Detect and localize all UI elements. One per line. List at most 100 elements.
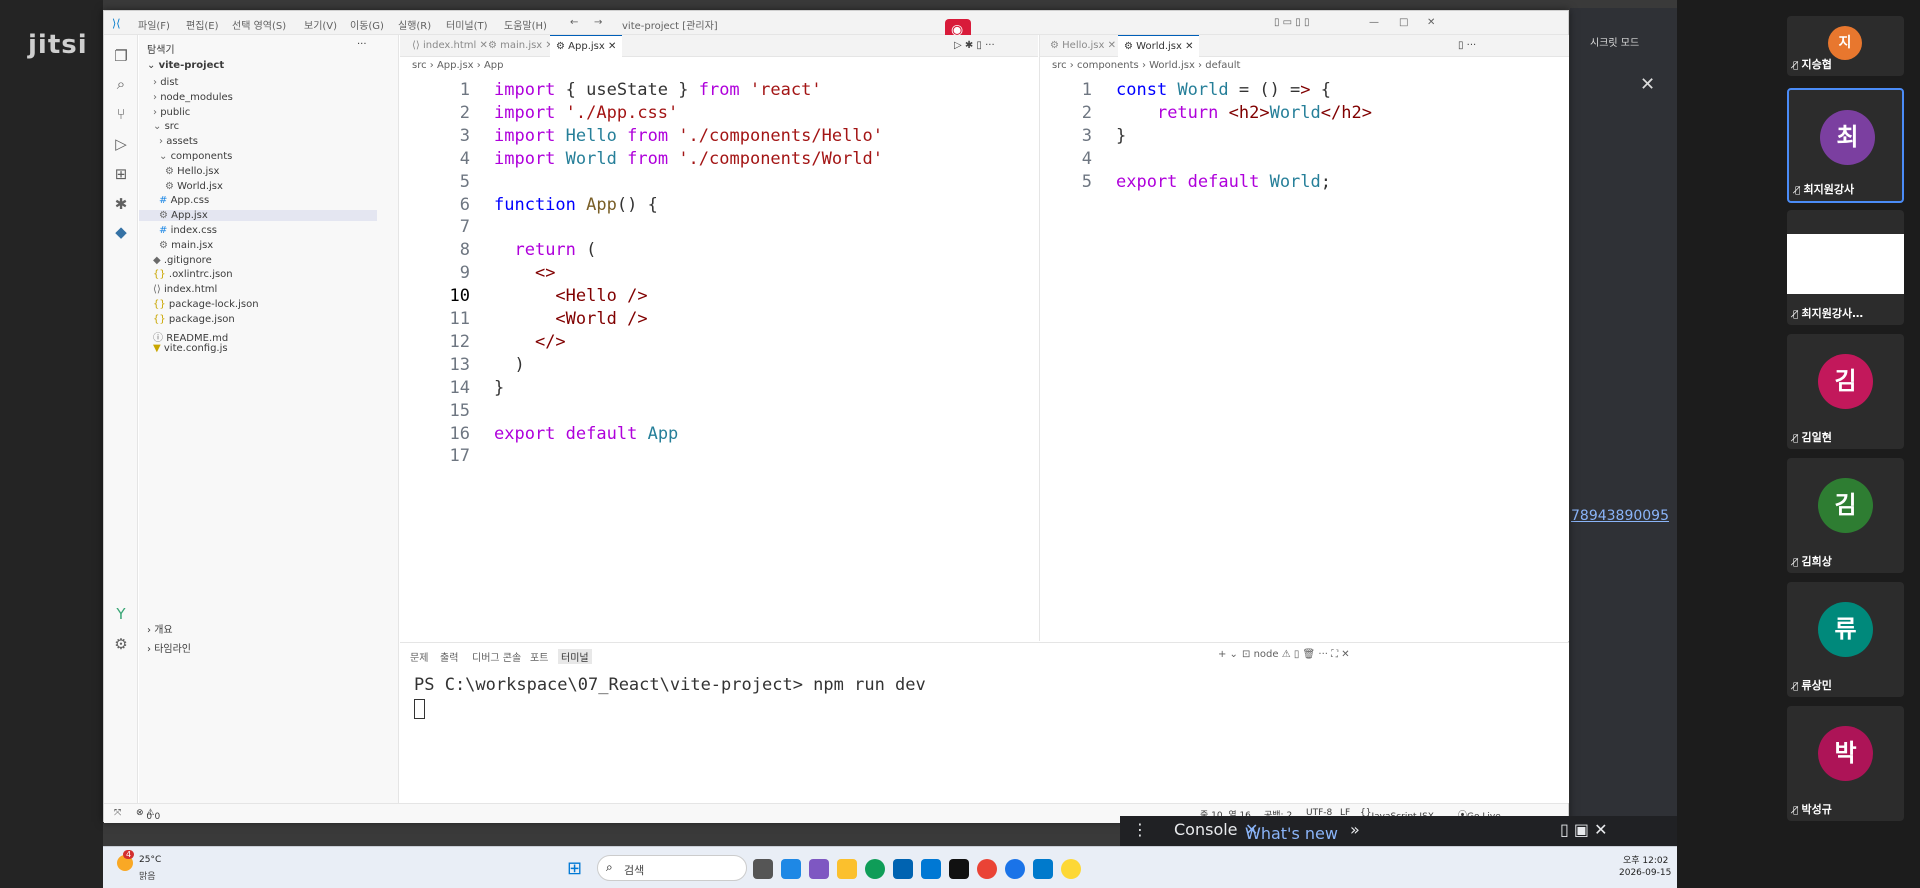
code-line[interactable]: import World from './components/World' (494, 145, 883, 173)
tree-file[interactable]: ⚙ main.jsx (159, 240, 213, 251)
notion-icon[interactable] (949, 859, 969, 879)
menu-go[interactable]: 이동(G) (350, 17, 384, 32)
tree-file[interactable]: ⓘ README.md (153, 329, 228, 344)
extension-star-icon[interactable]: ✱ (112, 195, 130, 213)
participant-tile[interactable]: 최 🎙̸ 최지원강사 (1787, 88, 1904, 203)
layout-icon[interactable]: ▯ ▭ ▯ ▯ (1274, 17, 1310, 28)
tab-index-html[interactable]: ⟨⟩ index.html ✕ (406, 35, 494, 57)
tree-folder[interactable]: › public (153, 107, 190, 118)
tab-main-jsx[interactable]: ⚙ main.jsx ✕ (482, 35, 560, 57)
shell-name[interactable]: ⊡ node ⚠ ▯ 🗑 ··· ⛶ ✕ (1242, 649, 1350, 660)
participant-tile[interactable]: 류 🎙̸ 류상민 (1787, 582, 1904, 697)
outline-section[interactable]: › 개요 (147, 621, 173, 636)
editor-left[interactable]: ⟨⟩ index.html ✕ ⚙ main.jsx ✕ ⚙ App.jsx ✕… (400, 35, 1038, 641)
code-line[interactable]: } (1116, 122, 1126, 150)
close-icon[interactable]: ✕ (1640, 74, 1655, 95)
clock-date[interactable]: 2026-09-15 (1619, 868, 1671, 878)
tree-file[interactable]: ⚙ Hello.jsx (165, 166, 219, 177)
menu-edit[interactable]: 편집(E) (186, 17, 219, 32)
panel-tab-ports[interactable]: 포트 (530, 649, 548, 664)
menu-terminal[interactable]: 터미널(T) (446, 17, 488, 32)
problems-status[interactable]: ⊗ 0 ⚠ 0 (136, 808, 160, 822)
vscode-taskbar-icon[interactable] (1033, 859, 1053, 879)
tree-file[interactable]: {} package.json (153, 314, 235, 325)
tab-world-jsx[interactable]: ⚙ World.jsx ✕ (1118, 35, 1200, 57)
start-icon[interactable]: ⊞ (567, 858, 582, 879)
explorer-icon[interactable]: ❐ (112, 47, 130, 65)
more-tabs-icon[interactable]: » (1350, 820, 1360, 839)
tree-file[interactable]: # index.css (159, 225, 217, 236)
split-icon[interactable]: ▯ ··· (1452, 35, 1482, 57)
timeline-section[interactable]: › 타임라인 (147, 640, 191, 655)
extension-tree-icon[interactable]: Y (112, 605, 130, 623)
back-arrow-icon[interactable]: ← (570, 17, 578, 28)
window-title[interactable]: vite-project [관리자] (622, 17, 718, 32)
new-terminal-icon[interactable]: + ⌄ (1218, 649, 1238, 660)
tree-file[interactable]: ▼ vite.config.js (153, 343, 228, 354)
menu-view[interactable]: 보기(V) (304, 17, 337, 32)
tree-folder[interactable]: › assets (159, 136, 198, 147)
menu-selection[interactable]: 선택 영역(S) (232, 17, 286, 32)
tree-file[interactable]: ◆ .gitignore (153, 255, 212, 266)
terminal-command[interactable]: PS C:\workspace\07_React\vite-project> n… (414, 675, 926, 695)
app-icon[interactable] (809, 859, 829, 879)
breadcrumb-right[interactable]: src › components › World.jsx › default (1052, 60, 1240, 71)
window-close-icon[interactable]: ✕ (1427, 17, 1435, 28)
outlook-icon[interactable] (921, 859, 941, 879)
file-explorer-icon[interactable] (837, 859, 857, 879)
search-icon[interactable]: ⌕ (112, 75, 130, 93)
participant-tile[interactable]: 김 🎙̸ 김희상 (1787, 458, 1904, 573)
menu-run[interactable]: 실행(R) (398, 17, 431, 32)
tab-app-jsx[interactable]: ⚙ App.jsx ✕ (550, 35, 623, 57)
tree-folder[interactable]: ⌄ src (153, 121, 179, 132)
breadcrumb[interactable]: src › App.jsx › App (412, 60, 504, 71)
extensions-icon[interactable]: ⊞ (112, 165, 130, 183)
tree-folder[interactable]: ⌄ components (159, 151, 232, 162)
remote-icon[interactable]: ⤧ (114, 808, 121, 818)
panel-tab-problems[interactable]: 문제 (410, 649, 428, 664)
participant-tile[interactable]: 지 🎙̸ 지승협 (1787, 16, 1904, 76)
participant-tile[interactable]: 김 🎙̸ 김일현 (1787, 334, 1904, 449)
store-icon[interactable] (893, 859, 913, 879)
panel-tab-terminal[interactable]: 터미널 (558, 649, 592, 664)
code-line[interactable]: } (494, 374, 504, 402)
python-icon[interactable]: ◆ (112, 223, 130, 241)
panel-tab-output[interactable]: 출력 (440, 649, 458, 664)
app-icon[interactable] (781, 859, 801, 879)
settings-gear-icon[interactable]: ⚙ (112, 635, 130, 653)
console-tab[interactable]: Console (1174, 820, 1238, 839)
chrome-icon[interactable] (977, 859, 997, 879)
code-line[interactable]: return <h2>World</h2> (1116, 99, 1372, 127)
run-debug-icon[interactable]: ▷ (112, 135, 130, 153)
source-control-icon[interactable]: ⑂ (112, 105, 130, 123)
devtools-menu-icon[interactable]: ⋮ (1132, 820, 1148, 839)
clock-time[interactable]: 오후 12:02 (1623, 853, 1668, 866)
tree-file[interactable]: ⚙ App.jsx (139, 210, 377, 222)
minimize-icon[interactable]: — (1369, 17, 1379, 28)
whats-new-tab[interactable]: What's new ✕ (1245, 820, 1338, 843)
task-view-icon[interactable] (753, 859, 773, 879)
tree-project[interactable]: ⌄ vite-project (147, 60, 224, 71)
menu-help[interactable]: 도움말(H) (504, 17, 547, 32)
panel-tab-debug[interactable]: 디버그 콘솔 (472, 649, 521, 664)
menu-file[interactable]: 파일(F) (138, 17, 170, 32)
participant-tile[interactable]: 🎙̸ 최지원강사… (1787, 210, 1904, 325)
tree-file[interactable]: {} .oxlintrc.json (153, 269, 233, 280)
tree-file[interactable]: ⚙ World.jsx (165, 181, 223, 192)
tab-hello-jsx[interactable]: ⚙ Hello.jsx ✕ (1044, 35, 1122, 57)
tree-file[interactable]: # App.css (159, 195, 209, 206)
tree-file[interactable]: ⟨⟩ index.html (153, 284, 217, 295)
side-link[interactable]: 78943890095 (1571, 508, 1669, 524)
editor-right[interactable]: ⚙ Hello.jsx ✕ ⚙ World.jsx ✕ ▯ ··· src › … (1039, 35, 1569, 641)
app-icon[interactable] (1061, 859, 1081, 879)
code-line[interactable]: export default World; (1116, 168, 1331, 196)
tree-file[interactable]: {} package-lock.json (153, 299, 259, 310)
code-line[interactable]: function App() { (494, 191, 658, 219)
tree-folder[interactable]: › node_modules (153, 92, 233, 103)
dock-icon[interactable]: ▯ ▣ ✕ (1560, 820, 1608, 839)
forward-arrow-icon[interactable]: → (594, 17, 602, 28)
app-icon[interactable] (1005, 859, 1025, 879)
run-icon[interactable]: ▷ ✱ ▯ ··· (948, 35, 1001, 57)
taskbar-search[interactable]: ⌕ 검색 (597, 855, 747, 881)
explorer-more-icon[interactable]: ··· (357, 39, 367, 50)
